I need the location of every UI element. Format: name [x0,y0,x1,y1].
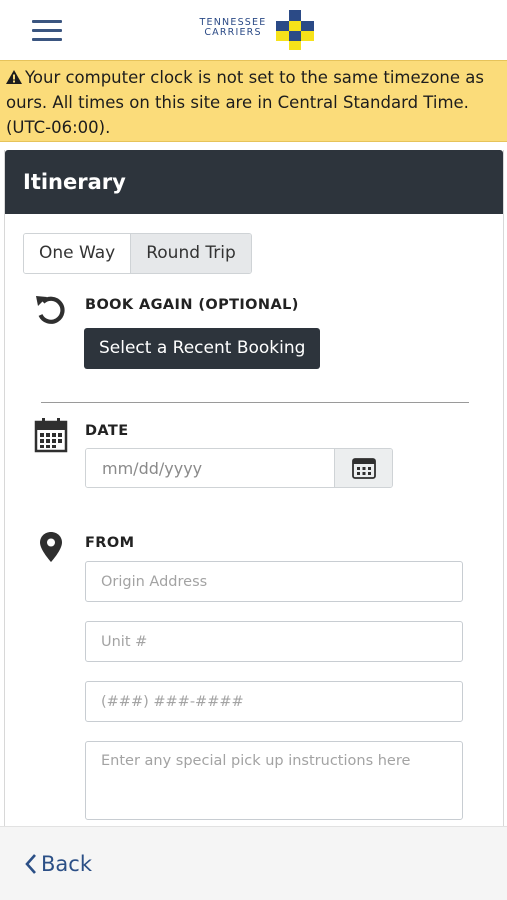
pickup-instructions-textarea[interactable] [85,741,463,820]
back-label: Back [41,852,92,876]
calendar-icon [34,418,68,453]
hamburger-menu-icon[interactable] [32,20,62,42]
itinerary-title: Itinerary [5,150,503,214]
date-input-group [85,448,393,488]
logo[interactable]: TENNESSEE CARRIERS [192,10,316,50]
select-recent-booking-label: Select a Recent Booking [99,338,306,358]
one-way-button[interactable]: One Way [24,234,131,273]
map-marker-icon [40,532,62,562]
date-picker-button[interactable] [334,449,392,487]
from-label: FROM [85,535,135,551]
date-input[interactable] [86,449,334,487]
bottom-navigation-bar: Back [0,826,507,900]
origin-address-input[interactable] [85,561,463,602]
date-label: DATE [85,423,129,439]
select-recent-booking-dropdown[interactable]: Select a Recent Booking [84,328,320,391]
logo-mark-icon [276,10,314,50]
back-button[interactable]: Back [24,849,92,879]
top-bar: TENNESSEE CARRIERS [0,0,507,60]
warning-message: Your computer clock is not set to the sa… [6,68,484,137]
book-again-label: BOOK AGAIN (OPTIONAL) [85,297,299,313]
undo-icon [36,296,65,324]
unit-number-input[interactable] [85,621,463,662]
round-trip-button[interactable]: Round Trip [130,234,251,273]
caret-down-icon [104,386,114,391]
itinerary-panel: Itinerary One Way Round Trip BOOK AGAIN … [4,150,504,830]
timezone-warning-banner: Your computer clock is not set to the sa… [0,60,507,142]
calendar-picker-icon [351,458,376,479]
logo-text: TENNESSEE CARRIERS [199,17,267,38]
warning-icon [6,70,22,84]
section-divider [41,402,469,403]
trip-type-toggle: One Way Round Trip [23,233,252,274]
phone-input[interactable] [85,681,463,722]
chevron-left-icon [25,854,36,874]
